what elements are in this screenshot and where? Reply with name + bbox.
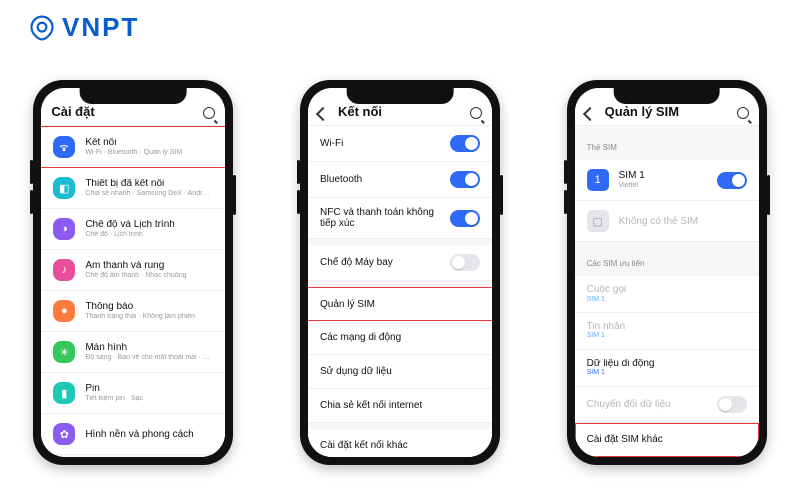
sim-icon: 1 (587, 169, 609, 191)
row-thiet-bi-da-ket-noi[interactable]: ◧ Thiết bị đã kết nối Chia sẻ nhanh · Sa… (41, 168, 225, 209)
search-icon[interactable] (470, 107, 482, 119)
display-icon: ☀ (53, 341, 75, 363)
sim-empty-icon: ▢ (587, 210, 609, 232)
wifi-icon (53, 136, 75, 158)
section-sim-uu-tien: Các SIM ưu tiên (575, 242, 759, 276)
row-chia-se-ket-noi[interactable]: Chia sẻ kết nối internet (308, 389, 492, 423)
row-airplane[interactable]: Chế độ Máy bay (308, 245, 492, 281)
modes-icon: ◑ (53, 218, 75, 240)
row-cac-mang-di-dong[interactable]: Các mạng di động (308, 321, 492, 355)
section-the-sim: Thẻ SIM (575, 126, 759, 160)
row-sim-1[interactable]: 1 SIM 1 Viettel (575, 160, 759, 201)
data-switch-toggle (717, 396, 747, 413)
vnpt-logo: VNPT (28, 12, 139, 43)
wifi-toggle[interactable] (450, 135, 480, 152)
row-thong-bao[interactable]: ● Thông báo Thanh trạng thái · Không làm… (41, 291, 225, 332)
row-cai-dat-ket-noi-khac[interactable]: Cài đặt kết nối khác (308, 429, 492, 457)
row-chuyen-doi-du-lieu: Chuyển đổi dữ liệu (575, 387, 759, 423)
back-icon[interactable] (583, 107, 597, 121)
screen3-title: Quản lý SIM (605, 104, 679, 119)
bell-icon: ● (53, 300, 75, 322)
search-icon[interactable] (737, 107, 749, 119)
row-su-dung-du-lieu[interactable]: Sử dụng dữ liệu (308, 355, 492, 389)
wallpaper-icon: ✿ (53, 423, 75, 445)
vnpt-logo-text: VNPT (62, 12, 139, 43)
phone-2: Kết nối Wi-Fi Bluetooth NFC và thanh toá… (300, 80, 500, 465)
sim1-toggle[interactable] (717, 172, 747, 189)
notch (613, 88, 720, 104)
row-wifi[interactable]: Wi-Fi (308, 126, 492, 162)
sound-icon: ♪ (53, 259, 75, 281)
row-tin-nhan[interactable]: Tin nhắn SIM 1 (575, 313, 759, 350)
battery-icon: ▮ (53, 382, 75, 404)
back-icon[interactable] (316, 107, 330, 121)
search-icon[interactable] (203, 107, 215, 119)
nfc-toggle[interactable] (450, 210, 480, 227)
phone-1: Cài đặt Kết nối Wi-Fi · Bluetooth · Quản… (33, 80, 233, 465)
row-man-hinh[interactable]: ☀ Màn hình Độ sáng · Bảo vệ cho mắt thoả… (41, 332, 225, 373)
row-nfc[interactable]: NFC và thanh toán không tiếp xúc (308, 198, 492, 239)
row-du-lieu-di-dong[interactable]: Dữ liệu di động SIM 1 (575, 350, 759, 387)
notch (80, 88, 187, 104)
screen1-title: Cài đặt (51, 104, 94, 119)
airplane-toggle[interactable] (450, 254, 480, 271)
row-quan-ly-sim[interactable]: Quản lý SIM (308, 287, 492, 321)
row-cai-dat-sim-khac[interactable]: Cài đặt SIM khác (575, 423, 759, 457)
row-bluetooth[interactable]: Bluetooth (308, 162, 492, 198)
row-che-do-lich-trinh[interactable]: ◑ Chế độ và Lịch trình Chế độ · Lịch trì… (41, 209, 225, 250)
devices-icon: ◧ (53, 177, 75, 199)
row-hinh-nen[interactable]: ✿ Hình nền và phong cách (41, 414, 225, 455)
notch (347, 88, 454, 104)
row-cuoc-goi[interactable]: Cuộc gọi SIM 1 (575, 276, 759, 313)
screen2-title: Kết nối (338, 104, 382, 119)
row-am-thanh-va-rung[interactable]: ♪ Âm thanh và rung Chế độ âm thanh · Nhạ… (41, 250, 225, 291)
row-pin[interactable]: ▮ Pin Tiết kiệm pin · Sạc (41, 373, 225, 414)
row-ket-noi[interactable]: Kết nối Wi-Fi · Bluetooth · Quản lý SIM (41, 126, 225, 168)
bluetooth-toggle[interactable] (450, 171, 480, 188)
vnpt-swirl-icon (28, 14, 56, 42)
phone-3: Quản lý SIM Thẻ SIM 1 SIM 1 Viettel ▢ (567, 80, 767, 465)
row-no-sim: ▢ Không có thẻ SIM (575, 201, 759, 242)
